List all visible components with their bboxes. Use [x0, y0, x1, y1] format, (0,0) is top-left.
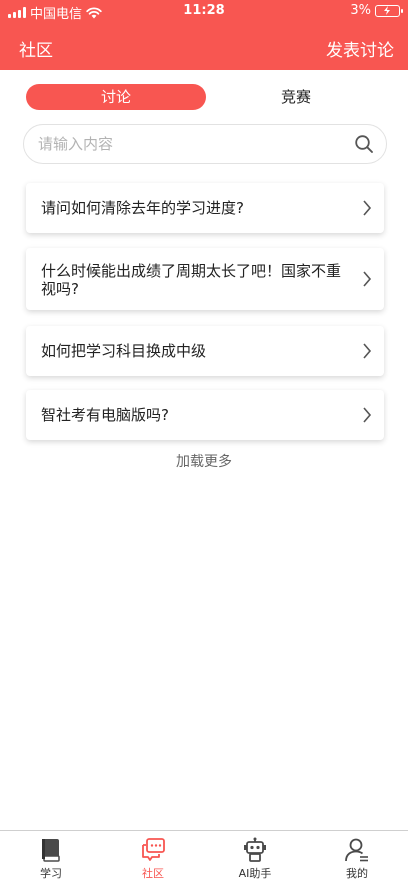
battery-percent: 3% — [350, 3, 371, 18]
tabbar-label: AI助手 — [238, 867, 272, 880]
tabbar-item-profile[interactable]: 我的 — [306, 831, 408, 883]
status-bar: 中国电信 11:28 3% — [0, 0, 408, 22]
tabbar-label: 社区 — [142, 867, 164, 880]
post-card[interactable]: 请问如何清除去年的学习进度? — [26, 183, 384, 233]
search-input[interactable] — [38, 125, 338, 163]
tabbar-item-community[interactable]: 社区 — [102, 831, 204, 883]
post-title: 什么时候能出成绩了周期太长了吧！国家不重视吗? — [41, 262, 342, 298]
tabbar-item-ai-assistant[interactable]: AI助手 — [204, 831, 306, 883]
search-icon[interactable] — [354, 134, 374, 154]
tabbar-label: 我的 — [346, 867, 368, 880]
post-card[interactable]: 什么时候能出成绩了周期太长了吧！国家不重视吗? — [26, 248, 384, 310]
status-right: 3% — [350, 3, 403, 18]
user-icon — [345, 838, 368, 862]
header: 中国电信 11:28 3% 社区 发表讨论 — [0, 0, 408, 70]
post-title: 智社考有电脑版吗? — [41, 406, 169, 424]
chevron-right-icon — [363, 200, 372, 216]
tab-discussion[interactable]: 讨论 — [26, 84, 206, 110]
post-discussion-button[interactable]: 发表讨论 — [326, 36, 394, 61]
post-card[interactable]: 如何把学习科目换成中级 — [26, 326, 384, 376]
robot-icon — [244, 837, 266, 862]
chevron-right-icon — [363, 343, 372, 359]
tab-competition[interactable]: 竞赛 — [206, 84, 386, 110]
chevron-right-icon — [363, 271, 372, 287]
bottom-tab-bar: 学习 社区 AI助手 我的 — [0, 830, 408, 883]
post-title: 请问如何清除去年的学习进度? — [41, 199, 244, 217]
book-icon — [42, 839, 60, 862]
post-title: 如何把学习科目换成中级 — [41, 342, 207, 360]
chat-icon — [142, 838, 165, 861]
tabbar-label: 学习 — [40, 867, 62, 880]
tabbar-item-study[interactable]: 学习 — [0, 831, 102, 883]
load-more-button[interactable]: 加载更多 — [0, 451, 408, 471]
chevron-right-icon — [363, 407, 372, 423]
segment-tabs: 讨论 竞赛 — [26, 84, 386, 110]
page-title: 社区 — [19, 41, 53, 61]
battery-icon — [375, 4, 403, 17]
post-card[interactable]: 智社考有电脑版吗? — [26, 390, 384, 440]
search-bar — [23, 124, 387, 164]
status-time: 11:28 — [183, 3, 225, 18]
